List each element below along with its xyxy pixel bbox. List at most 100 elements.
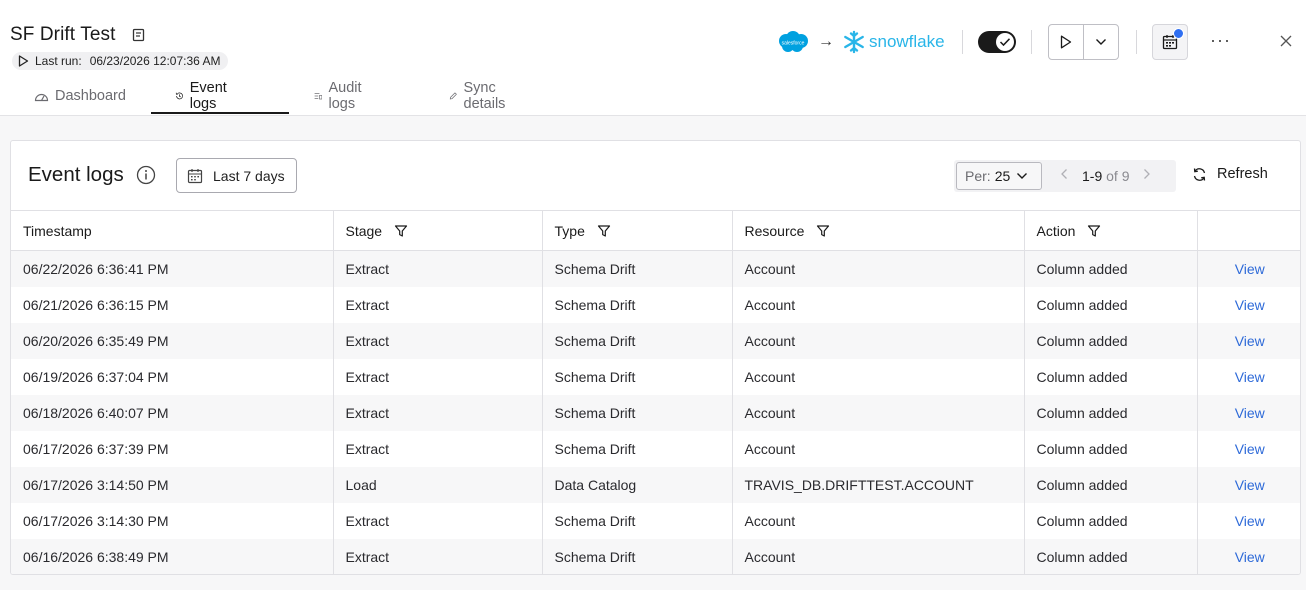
cell-type: Schema Drift [541,502,732,539]
info-icon[interactable] [136,165,156,190]
filter-icon[interactable] [816,224,830,238]
cell-stage: Extract [332,394,542,431]
cell-resource: Account [731,322,1024,359]
table-row: 06/19/2026 6:37:04 PM Extract Schema Dri… [11,358,1300,395]
cell-timestamp: 06/19/2026 6:37:04 PM [23,368,169,385]
column-header-type[interactable]: Type [541,210,732,251]
table-row: 06/22/2026 6:36:41 PM Extract Schema Dri… [11,250,1300,287]
refresh-button[interactable]: Refresh [1192,166,1268,182]
filter-icon[interactable] [394,224,408,238]
cell-resource: Account [731,538,1024,574]
cell-view: View [1196,250,1300,287]
table-row: 06/20/2026 6:35:49 PM Extract Schema Dri… [11,322,1300,359]
column-header-resource[interactable]: Resource [731,210,1024,251]
last-run-value: 06/23/2026 12:07:36 AM [89,54,221,68]
active-tab-indicator [151,112,289,114]
cell-resource: TRAVIS_DB.DRIFTTEST.ACCOUNT [731,466,1024,503]
view-link[interactable]: View [1235,549,1265,565]
tab-label: Dashboard [55,88,126,104]
view-link[interactable]: View [1235,513,1265,529]
pencil-icon [449,92,457,100]
page-title: SF Drift Test [10,24,116,45]
cell-type: Schema Drift [541,430,732,467]
calendar-icon [187,168,203,183]
filter-icon[interactable] [597,224,611,238]
cell-type: Schema Drift [541,358,732,395]
cell-type: Schema Drift [541,394,732,431]
column-header-stage[interactable]: Stage [332,210,542,251]
cell-timestamp: 06/17/2026 6:37:39 PM [23,440,169,457]
cell-type: Schema Drift [541,286,732,323]
run-options-button[interactable] [1084,25,1118,59]
column-header-label: Stage [345,222,383,239]
tab-label: Sync details [463,80,506,112]
run-now-button[interactable] [1049,25,1083,59]
view-link[interactable]: View [1235,369,1265,385]
date-range-filter[interactable]: Last 7 days [176,158,297,193]
run-split-button [1048,24,1119,60]
view-link[interactable]: View [1235,477,1265,493]
cell-timestamp: 06/18/2026 6:40:07 PM [11,394,333,431]
tab-audit-logs[interactable]: Audit logs [314,76,367,116]
last-run-label: Last run: [35,54,82,68]
tab-dashboard[interactable]: Dashboard [34,76,126,116]
column-header-label: Timestamp [23,222,92,239]
cell-type: Schema Drift [541,538,732,574]
view-link[interactable]: View [1235,405,1265,421]
next-page-button[interactable] [1143,167,1151,185]
cell-resource: Account [731,286,1024,323]
cell-action: Column added [1023,538,1197,574]
cell-view: View [1196,358,1300,395]
top-bar: SF Drift Test Last run: 06/23/2026 12:07… [0,0,1306,116]
sync-enabled-toggle[interactable] [978,31,1016,53]
history-icon [175,92,183,100]
cell-timestamp: 06/22/2026 6:36:41 PM [11,250,333,287]
cell-action: Column added [1023,502,1197,539]
column-header-label: Resource [744,222,805,239]
cell-stage: Extract [332,538,542,574]
notification-dot [1173,28,1184,39]
cell-view: View [1196,322,1300,359]
divider [1136,30,1137,54]
audit-list-icon [314,93,323,100]
cell-type: Data Catalog [541,466,732,503]
view-link[interactable]: View [1235,261,1265,277]
cell-view: View [1196,286,1300,323]
cell-type: Schema Drift [541,250,732,287]
previous-page-button[interactable] [1060,167,1068,185]
panel-title: Event logs [28,163,124,186]
column-header-action[interactable]: Action [1023,210,1197,251]
arrow-icon: → [818,33,834,50]
cell-action: Column added [1023,430,1197,467]
page-range: 1-9 of 9 [1082,168,1129,184]
pagination: Per: 25 1-9 of 9 [954,160,1176,192]
table-row: 06/16/2026 6:38:49 PM Extract Schema Dri… [11,538,1300,574]
play-icon [1060,35,1072,49]
table-row: 06/18/2026 6:40:07 PM Extract Schema Dri… [11,394,1300,431]
note-icon[interactable] [132,28,146,42]
view-link[interactable]: View [1235,333,1265,349]
cell-action: Column added [1023,358,1197,395]
cell-action: Column added [1023,250,1197,287]
cell-view: View [1196,430,1300,467]
close-icon[interactable] [1279,34,1293,53]
destination-name: snowflake [869,32,945,51]
cell-timestamp: 06/20/2026 6:35:49 PM [11,322,333,359]
salesforce-logo-text: salesforce [782,41,805,47]
cell-stage: Extract [332,250,542,287]
table-row: 06/17/2026 3:14:30 PM Extract Schema Dri… [11,502,1300,539]
cell-stage: Extract [332,286,542,323]
page-total: of 9 [1106,168,1130,184]
more-options-icon[interactable]: ··· [1210,30,1231,51]
filter-icon[interactable] [1087,224,1101,238]
tab-sync-details[interactable]: Sync details [449,76,511,116]
divider [962,30,963,54]
tab-event-logs[interactable]: Event logs [175,76,232,116]
view-link[interactable]: View [1235,297,1265,313]
column-header-timestamp[interactable]: Timestamp [11,210,333,251]
view-link[interactable]: View [1235,441,1265,457]
per-page-select[interactable]: Per: 25 [956,162,1042,190]
cell-timestamp: 06/17/2026 3:14:50 PM [11,466,333,503]
table-row: 06/17/2026 6:37:39 PM Extract Schema Dri… [11,430,1300,467]
column-header-label: Type [554,222,585,239]
